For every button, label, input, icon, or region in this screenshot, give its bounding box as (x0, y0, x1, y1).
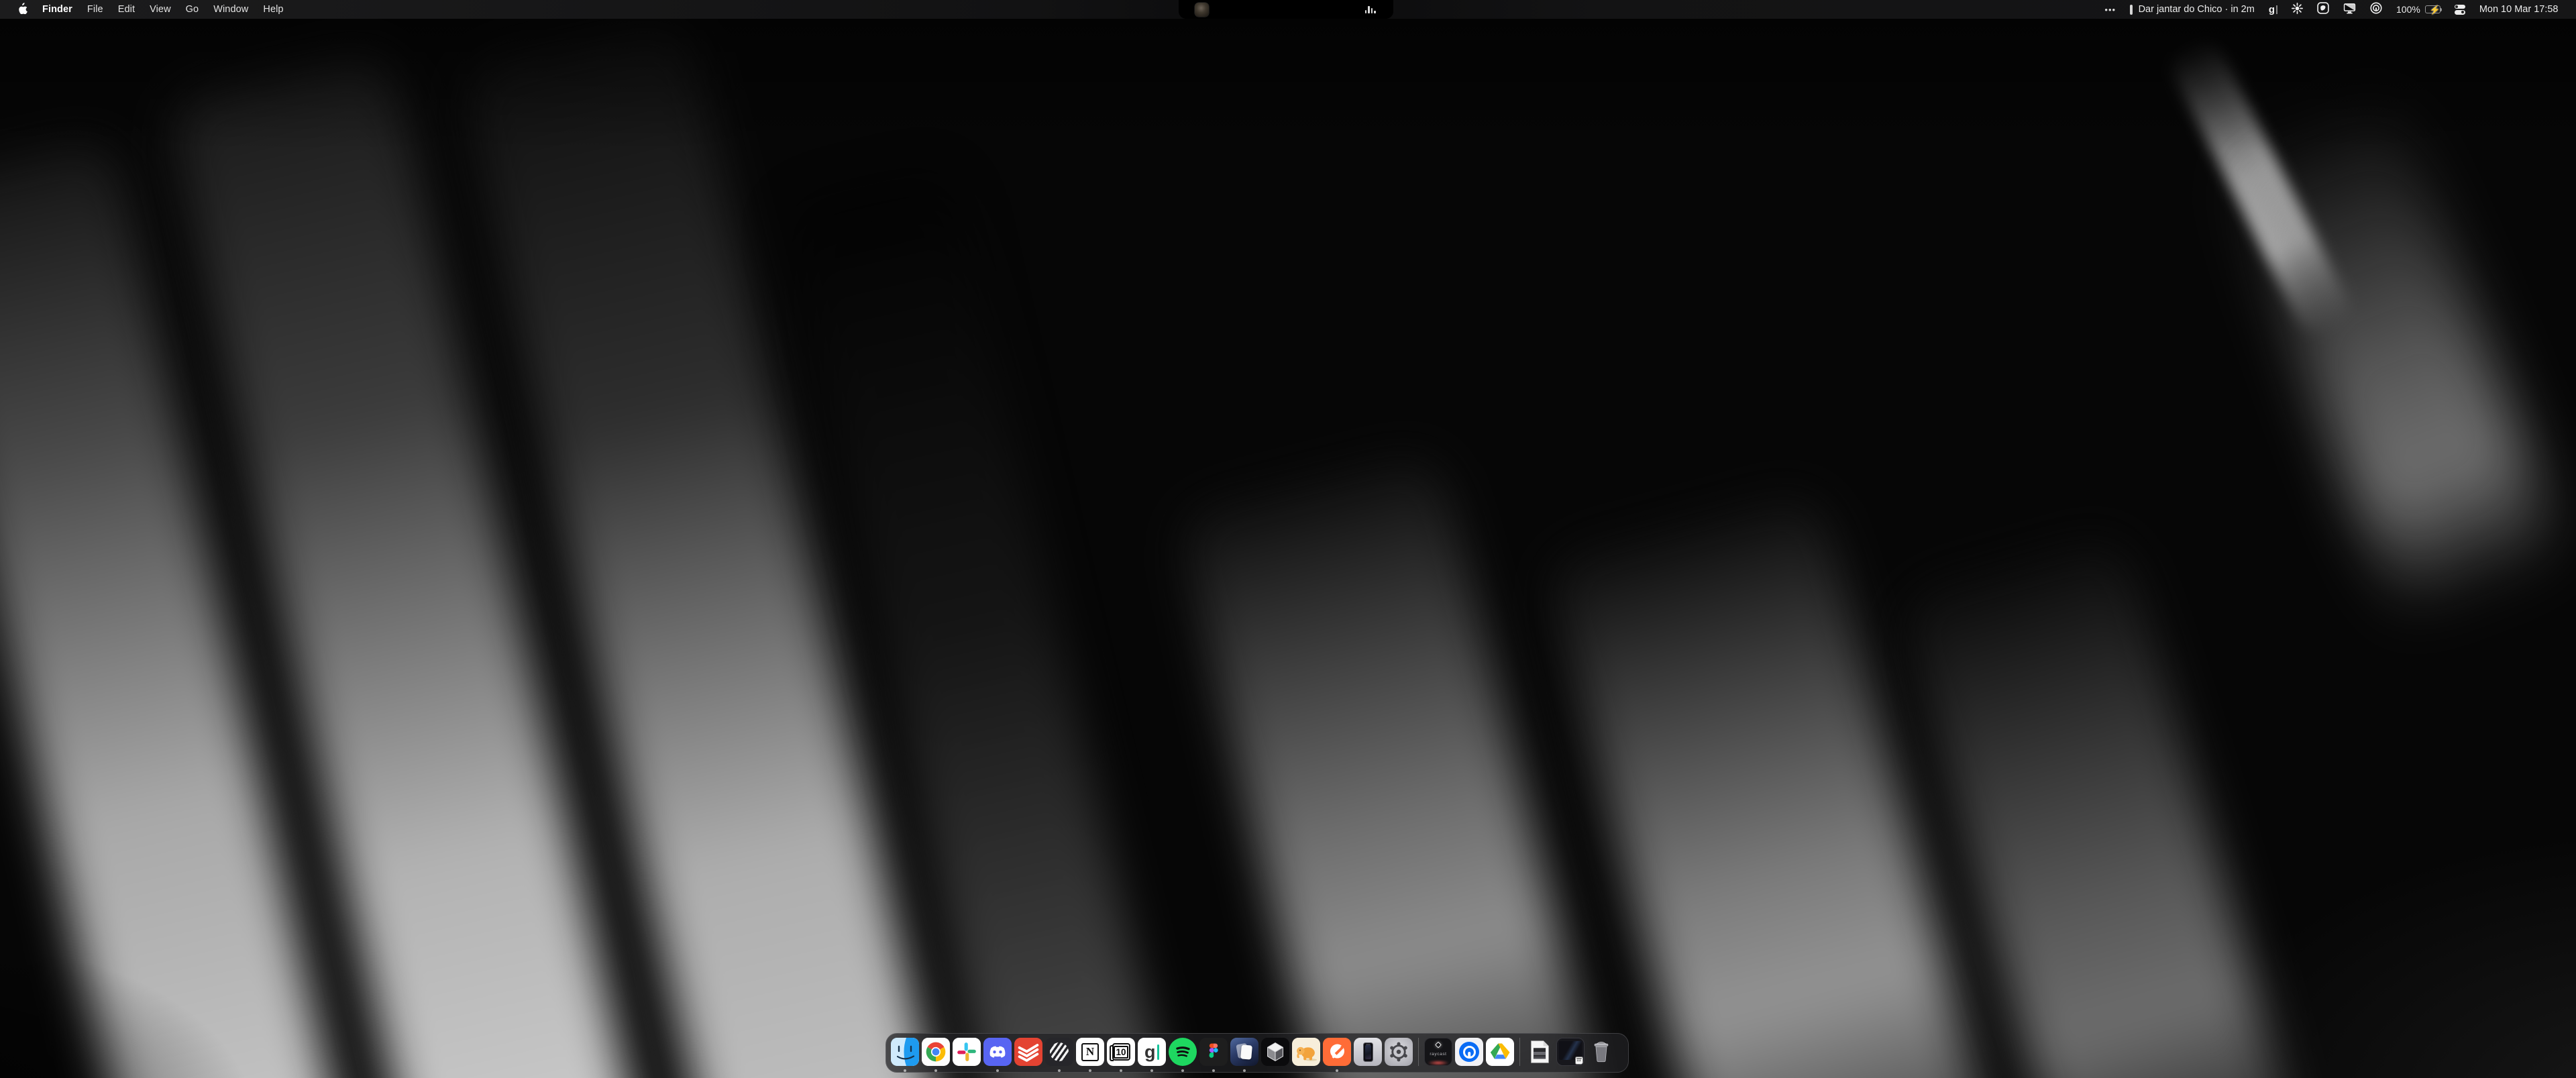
linear-icon (1045, 1038, 1073, 1066)
menu-bar-left: Finder File Edit View Go Window Help (0, 0, 291, 19)
dock-item-trash[interactable] (1587, 1038, 1615, 1066)
menu-file[interactable]: File (80, 0, 111, 19)
menu-help[interactable]: Help (256, 0, 290, 19)
dock-item-grammarly[interactable]: g (1138, 1038, 1166, 1066)
dock-item-document-file[interactable] (1525, 1038, 1554, 1066)
dock-item-3d-cube-app[interactable] (1261, 1038, 1289, 1066)
album-art-thumbnail[interactable] (1195, 3, 1209, 17)
gear-icon (1385, 1038, 1413, 1066)
battery-icon: ⚡ (2425, 5, 2440, 13)
running-indicator (934, 1069, 937, 1072)
dock-item-elephant-app[interactable] (1292, 1038, 1320, 1066)
todoist-icon (1014, 1038, 1042, 1066)
menu-bar-status-area: ••• Dar jantar do Chico · in 2m g (2098, 0, 2576, 19)
menu-edit[interactable]: Edit (111, 0, 142, 19)
running-indicator (1058, 1069, 1061, 1072)
finder-icon (891, 1038, 919, 1066)
figma-icon (1199, 1038, 1228, 1066)
sun-gear-icon (2292, 3, 2303, 17)
calendar-badge: 11 (1575, 1057, 1583, 1065)
trash-icon (1587, 1038, 1615, 1066)
reminder-text: Dar jantar do Chico · in 2m (2139, 4, 2255, 15)
running-indicator (1212, 1069, 1215, 1072)
running-indicator (1243, 1069, 1246, 1072)
control-center-menubar-item[interactable] (2447, 0, 2472, 19)
dock-item-finder[interactable] (891, 1038, 919, 1066)
battery-percent: 100% (2396, 4, 2420, 15)
menubar-overflow-icon[interactable]: ••• (2098, 0, 2123, 19)
dock-item-discord[interactable] (983, 1038, 1012, 1066)
craft-icon (1230, 1038, 1258, 1066)
dock-divider (1519, 1038, 1520, 1066)
menu-app-name[interactable]: Finder (35, 0, 80, 19)
dock-item-craft[interactable] (1230, 1038, 1258, 1066)
spotify-icon (1169, 1038, 1197, 1066)
notion-calendar-icon: 10 (1107, 1038, 1135, 1066)
dock-item-figma[interactable] (1199, 1038, 1228, 1066)
running-indicator (1150, 1069, 1153, 1072)
menu-go[interactable]: Go (178, 0, 207, 19)
slack-icon (953, 1038, 981, 1066)
dock-item-postman[interactable] (1323, 1038, 1351, 1066)
google-drive-icon (1486, 1038, 1514, 1066)
charging-bolt-icon: ⚡ (2430, 5, 2440, 15)
running-indicator (1181, 1069, 1184, 1072)
reminder-pill-icon (2130, 5, 2133, 15)
elephant-icon (1292, 1038, 1320, 1066)
desktop: Finder File Edit View Go Window Help •••… (0, 0, 2576, 1078)
dock-item-todoist[interactable] (1014, 1038, 1042, 1066)
battery-menubar-item[interactable]: 100% ⚡ (2390, 0, 2448, 19)
dock-divider (1418, 1038, 1419, 1066)
wallpaper-vignette (0, 0, 2576, 1078)
display-icon (2343, 3, 2356, 17)
running-indicator (996, 1069, 999, 1072)
menu-view[interactable]: View (142, 0, 178, 19)
dock-item-chrome[interactable] (922, 1038, 950, 1066)
grammarly-menubar-item[interactable]: g (2261, 0, 2284, 19)
reminder-item[interactable]: Dar jantar do Chico · in 2m (2123, 0, 2262, 19)
text-cursor-icon (2276, 5, 2277, 14)
dock-item-ios-simulator[interactable] (1354, 1038, 1382, 1066)
discord-icon (983, 1038, 1012, 1066)
dock-item-notion-calendar[interactable]: 10 (1107, 1038, 1135, 1066)
one-password-menubar-item[interactable] (2363, 0, 2390, 19)
running-indicator (904, 1069, 906, 1072)
running-indicator (1089, 1069, 1091, 1072)
notion-icon: N (1076, 1038, 1104, 1066)
dock-item-notion[interactable]: N (1076, 1038, 1104, 1066)
display-menubar-item[interactable] (2337, 0, 2363, 19)
chrome-icon (922, 1038, 950, 1066)
dock-item-spotify[interactable] (1169, 1038, 1197, 1066)
apple-logo-icon (19, 2, 29, 17)
running-indicator (1336, 1069, 1338, 1072)
dock-item-system-settings[interactable] (1385, 1038, 1413, 1066)
one-password-icon (2370, 2, 2382, 17)
menubar-clock[interactable]: Mon 10 Mar 17:58 (2472, 0, 2565, 19)
screenshot-file-icon: 11 (1556, 1038, 1585, 1066)
cube-3d-icon (1261, 1038, 1289, 1066)
raycast-icon: raycast (1424, 1038, 1452, 1066)
dock: N 10 g (885, 1033, 1629, 1073)
grammarly-icon: g (1138, 1038, 1166, 1066)
menubar-manager-icon (2317, 2, 2329, 17)
document-file-icon (1525, 1038, 1554, 1066)
dock-item-screenshot-file[interactable]: 11 (1556, 1038, 1585, 1066)
menu-window[interactable]: Window (206, 0, 256, 19)
dock-item-1password[interactable] (1455, 1038, 1483, 1066)
apple-menu[interactable] (12, 0, 35, 19)
dock-item-google-drive[interactable] (1486, 1038, 1514, 1066)
notch-now-playing-widget[interactable] (1179, 0, 1393, 19)
desktop-wallpaper (0, 0, 2576, 1078)
dock-item-slack[interactable] (953, 1038, 981, 1066)
menubar-manager-item[interactable] (2310, 0, 2337, 19)
dock-item-raycast[interactable]: raycast (1424, 1038, 1452, 1066)
running-indicator (1120, 1069, 1122, 1072)
postman-icon (1323, 1038, 1351, 1066)
equalizer-bars-icon (1365, 5, 1376, 13)
control-center-icon (2455, 5, 2465, 15)
iphone-simulator-icon (1354, 1038, 1382, 1066)
one-password-dock-icon (1455, 1038, 1483, 1066)
sun-gear-menubar-item[interactable] (2285, 0, 2310, 19)
dock-item-linear[interactable] (1045, 1038, 1073, 1066)
